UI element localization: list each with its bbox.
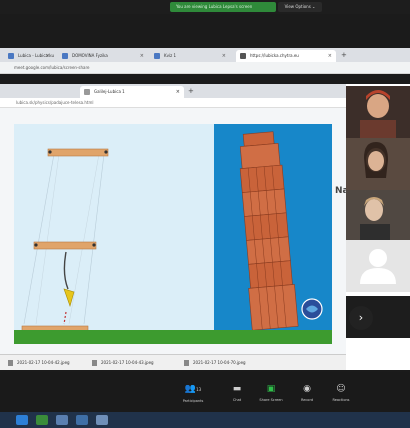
downloads-bar: 2021-02-17 10-04-42.jpeg 2021-02-17 10-0… <box>0 354 346 370</box>
top-plank <box>47 148 109 157</box>
shared-address-bar[interactable]: lubica.sk/physics/padajuce-telesa.html <box>0 98 346 108</box>
participant-avatar <box>346 86 410 138</box>
download-label: 2021-02-17 10-04-42.jpeg <box>17 360 70 365</box>
simulation-stage <box>14 124 332 344</box>
app-icon[interactable] <box>36 415 48 425</box>
middle-plank <box>33 241 97 250</box>
participants-button[interactable]: 👥13 Participants <box>178 384 208 404</box>
tab-favicon-icon <box>84 89 90 95</box>
new-tab-button[interactable]: + <box>188 86 194 96</box>
shared-screen: Galilej-Lubica 1 × + lubica.sk/physics/p… <box>0 84 346 370</box>
leaning-tower-illustration <box>239 131 323 331</box>
next-page-button[interactable]: › <box>349 306 373 330</box>
download-item[interactable]: 2021-02-17 10-04-70.jpeg <box>184 359 246 367</box>
browser-tab-3[interactable]: Kvíz 1 × <box>150 50 230 62</box>
share-screen-button[interactable]: ▣ Share Screen <box>256 384 286 403</box>
app-icon[interactable] <box>56 415 68 425</box>
participants-icon: 👥13 <box>184 384 202 394</box>
chat-label: Chat <box>232 398 242 402</box>
record-button[interactable]: ◉ Record <box>292 384 322 403</box>
app-icon[interactable] <box>76 415 88 425</box>
participant-video-3[interactable] <box>346 190 410 242</box>
close-icon[interactable]: × <box>328 50 332 62</box>
start-icon[interactable] <box>16 415 28 425</box>
zoom-meeting-screen: You are viewing Lubica Lepsa's screen Vi… <box>0 0 410 428</box>
close-icon[interactable]: × <box>176 86 180 98</box>
view-options-button[interactable]: View Options ⌄ <box>278 2 322 12</box>
download-item[interactable]: 2021-02-17 10-04-43.jpeg <box>92 359 154 367</box>
share-screen-label: Share Screen <box>259 398 283 402</box>
reactions-icon: ☺ <box>336 384 346 394</box>
tab-favicon-icon <box>62 53 68 59</box>
reactions-label: Reactions <box>332 398 350 402</box>
chat-icon: ▬ <box>232 384 242 394</box>
file-icon <box>8 360 13 366</box>
os-taskbar <box>0 412 410 428</box>
record-label: Record <box>300 398 314 402</box>
file-icon <box>184 360 189 366</box>
download-item[interactable]: 2021-02-17 10-04-42.jpeg <box>8 359 70 367</box>
new-tab-button[interactable]: + <box>341 50 347 60</box>
shared-url-text: lubica.sk/physics/padajuce-telesa.html <box>16 100 94 105</box>
participant-avatar <box>346 190 410 242</box>
chat-button[interactable]: ▬ Chat <box>222 384 252 403</box>
tab-label: https://lubicka.chytra.eu <box>250 53 299 58</box>
tab-favicon-icon <box>240 53 246 59</box>
zoom-share-bar: You are viewing Lubica Lepsa's screen Vi… <box>0 0 410 14</box>
download-label: 2021-02-17 10-04-70.jpeg <box>193 360 246 365</box>
close-icon[interactable]: × <box>222 50 226 62</box>
download-label: 2021-02-17 10-04-43.jpeg <box>101 360 154 365</box>
tab-label: DOMOVINA Fyzika <box>72 53 108 58</box>
app-icon[interactable] <box>96 415 108 425</box>
meeting-toolbar: 👥13 Participants ▬ Chat ▣ Share Screen ◉… <box>0 372 410 412</box>
participant-avatar <box>346 138 410 190</box>
chevron-right-icon: › <box>358 311 364 324</box>
participants-label: Participants <box>182 399 204 403</box>
close-icon[interactable]: × <box>140 50 144 62</box>
screen-share-status: You are viewing Lubica Lepsa's screen <box>170 2 276 12</box>
browser-tab-4[interactable]: https://lubicka.chytra.eu × <box>236 50 336 62</box>
shared-tab[interactable]: Galilej-Lubica 1 × <box>80 86 184 98</box>
file-icon <box>92 360 97 366</box>
tab-label: Kvíz 1 <box>164 53 177 58</box>
tab-favicon-icon <box>8 53 14 59</box>
default-avatar-icon <box>346 240 410 292</box>
pisa-tower-panel <box>214 124 332 344</box>
shared-tabstrip: Galilej-Lubica 1 × + <box>0 84 346 98</box>
tab-favicon-icon <box>154 53 160 59</box>
participant-video-4[interactable] <box>346 240 410 292</box>
participant-video-1[interactable] <box>346 86 410 138</box>
browser-tab-1[interactable]: Lubica - Lubica ku × <box>4 50 54 62</box>
falling-objects-panel <box>14 124 214 344</box>
record-icon: ◉ <box>303 384 311 394</box>
url-text: meet.google.com/lubica/screen-share <box>14 65 90 70</box>
reactions-button[interactable]: ☺ Reactions <box>326 384 356 403</box>
falling-objects-illustration <box>21 148 109 333</box>
grass-ground <box>14 330 332 344</box>
browser-tabstrip: Lubica - Lubica ku × DOMOVINA Fyzika × K… <box>0 48 410 62</box>
tab-label: Galilej-Lubica 1 <box>94 89 125 94</box>
browser-tab-2[interactable]: DOMOVINA Fyzika × <box>58 50 148 62</box>
share-screen-icon: ▣ <box>266 384 276 394</box>
browser-address-bar[interactable]: meet.google.com/lubica/screen-share <box>0 62 410 74</box>
close-icon[interactable]: × <box>46 50 50 62</box>
participant-video-2[interactable] <box>346 138 410 190</box>
